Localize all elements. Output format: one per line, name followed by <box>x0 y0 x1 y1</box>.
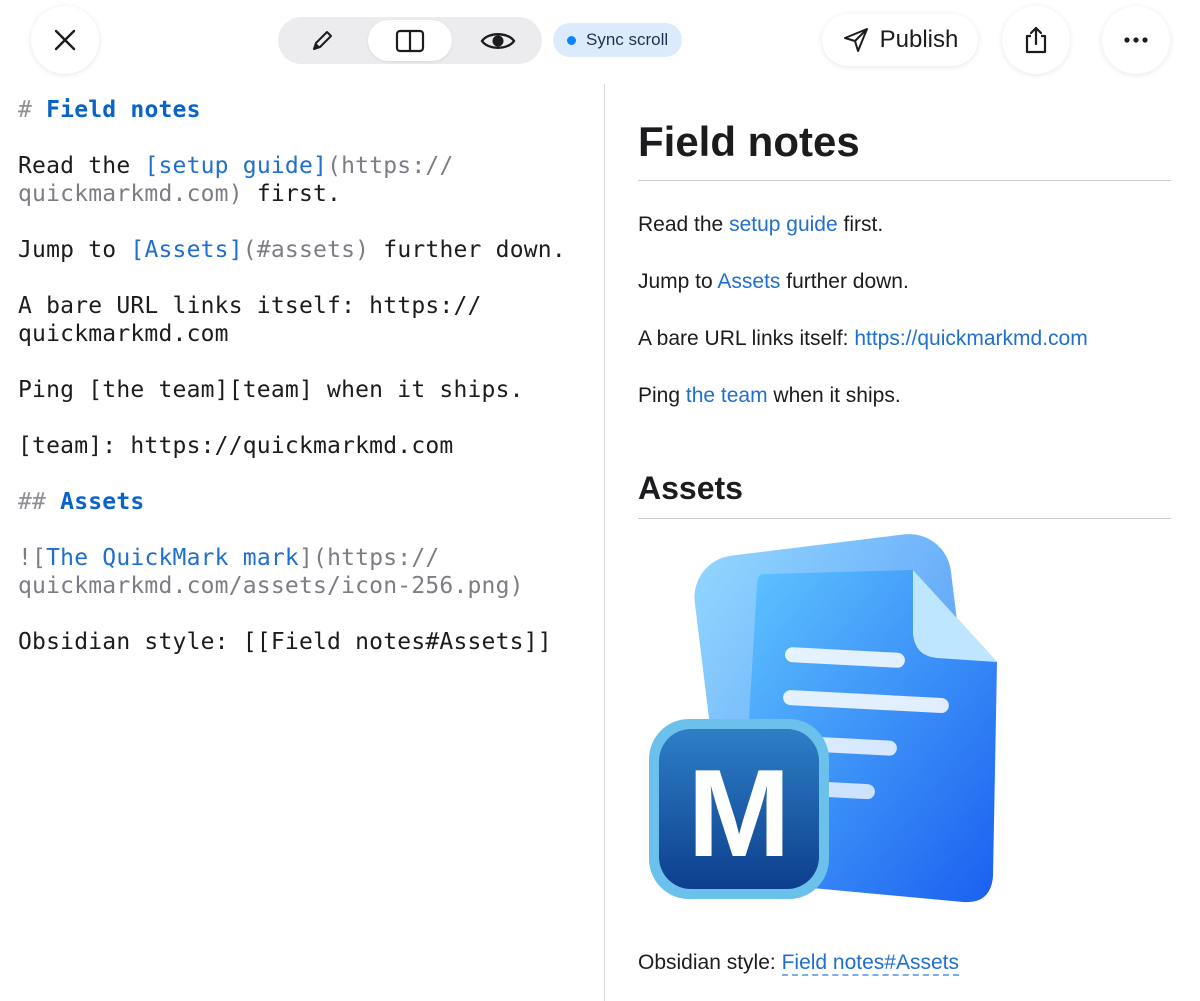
link-text: [setup guide] <box>144 153 328 179</box>
editor-line-jump: Jump to [Assets](#assets) further down. <box>18 236 566 264</box>
heading-text: Assets <box>60 489 145 515</box>
heading-marker: ## <box>18 489 61 515</box>
editor-line-image-cont: quickmarkmd.com/assets/icon-256.png) <box>18 573 524 599</box>
heading-rule <box>638 180 1171 181</box>
text: when it ships. <box>767 384 901 407</box>
image-marker: ![ <box>18 545 47 571</box>
more-icon <box>1124 37 1148 43</box>
team-link[interactable]: the team <box>686 384 768 407</box>
close-icon <box>54 29 76 51</box>
preview-paragraph-setup: Read the setup guide first. <box>638 213 883 237</box>
preview-paragraph-wikilink: Obsidian style: Field notes#Assets <box>638 951 960 976</box>
share-icon <box>1025 26 1047 54</box>
editor-line-setup-cont: quickmarkmd.com) first. <box>18 180 341 208</box>
link-url: (#assets) <box>242 237 370 263</box>
pencil-icon <box>313 30 332 50</box>
edit-mode-button[interactable] <box>278 17 366 64</box>
preview-paragraph-bare-url: A bare URL links itself: https://quickma… <box>638 327 1088 351</box>
text: first. <box>242 181 342 207</box>
wikilink[interactable]: Field notes#Assets <box>781 951 960 976</box>
text: first. <box>837 213 884 236</box>
bare-url-link[interactable]: https://quickmarkmd.com <box>854 327 1087 350</box>
link-url: (https:// <box>327 153 454 179</box>
preview-mode-button[interactable] <box>454 17 542 64</box>
sync-status-dot <box>567 35 576 45</box>
heading-rule <box>638 518 1171 519</box>
editor-line-reference: [team]: https://quickmarkmd.com <box>18 433 454 459</box>
preview-heading-2: Assets <box>638 470 743 506</box>
send-icon <box>843 28 868 52</box>
text: further down. <box>780 270 909 293</box>
sync-scroll-toggle[interactable]: Sync scroll <box>553 23 683 57</box>
share-button[interactable] <box>1002 6 1070 74</box>
heading-marker: # <box>18 97 47 123</box>
split-mode-button[interactable] <box>368 20 452 61</box>
preview-paragraph-jump: Jump to Assets further down. <box>638 270 909 294</box>
editor-line-image: ![The QuickMark mark](https:// <box>18 544 439 572</box>
toolbar: Sync scroll Publish <box>0 0 1200 84</box>
editor-line-heading2: ## Assets <box>18 488 144 516</box>
image-url: ](https:// <box>298 545 440 571</box>
heading-text: Field notes <box>46 97 201 123</box>
editor-line-bare-url: A bare URL links itself: https:// <box>18 293 482 319</box>
text: Jump to <box>638 270 718 293</box>
text: A bare URL links itself: <box>638 327 855 350</box>
editor-line-bare-url-cont: quickmarkmd.com <box>18 321 229 347</box>
link-text: [Assets] <box>130 237 243 263</box>
text: Obsidian style: <box>638 951 782 974</box>
text: Read the <box>638 213 730 236</box>
assets-anchor-link[interactable]: Assets <box>717 270 780 293</box>
eye-icon <box>480 32 516 49</box>
publish-label: Publish <box>879 26 959 53</box>
sync-scroll-label: Sync scroll <box>586 30 669 49</box>
markdown-editor[interactable]: # Field notes Read the [setup guide](htt… <box>0 84 604 1001</box>
close-button[interactable] <box>31 6 99 74</box>
text: Jump to <box>18 237 131 263</box>
editor-line-wikilink: Obsidian style: [[Field notes#Assets]] <box>18 629 552 655</box>
editor-line-setup: Read the [setup guide](https:// <box>18 152 454 180</box>
text: Read the <box>18 153 145 179</box>
publish-button[interactable]: Publish <box>822 14 978 66</box>
link-url: quickmarkmd.com) <box>18 181 243 207</box>
logo-letter: M <box>687 745 790 883</box>
image-alt-text: The QuickMark mark <box>46 545 299 571</box>
text: Ping <box>638 384 686 407</box>
quickmark-logo-image: M <box>649 534 997 903</box>
setup-guide-link[interactable]: setup guide <box>729 213 838 236</box>
view-mode-segmented-control <box>278 17 542 64</box>
preview-heading-1: Field notes <box>638 118 860 165</box>
text: further down. <box>369 237 566 263</box>
split-view-icon <box>395 29 425 52</box>
markdown-preview: Field notes Read the setup guide first. … <box>605 84 1200 1001</box>
editor-line-heading: # Field notes <box>18 96 201 124</box>
preview-paragraph-ping: Ping the team when it ships. <box>638 384 901 408</box>
editor-line-ping: Ping [the team][team] when it ships. <box>18 377 524 403</box>
more-button[interactable] <box>1102 6 1170 74</box>
